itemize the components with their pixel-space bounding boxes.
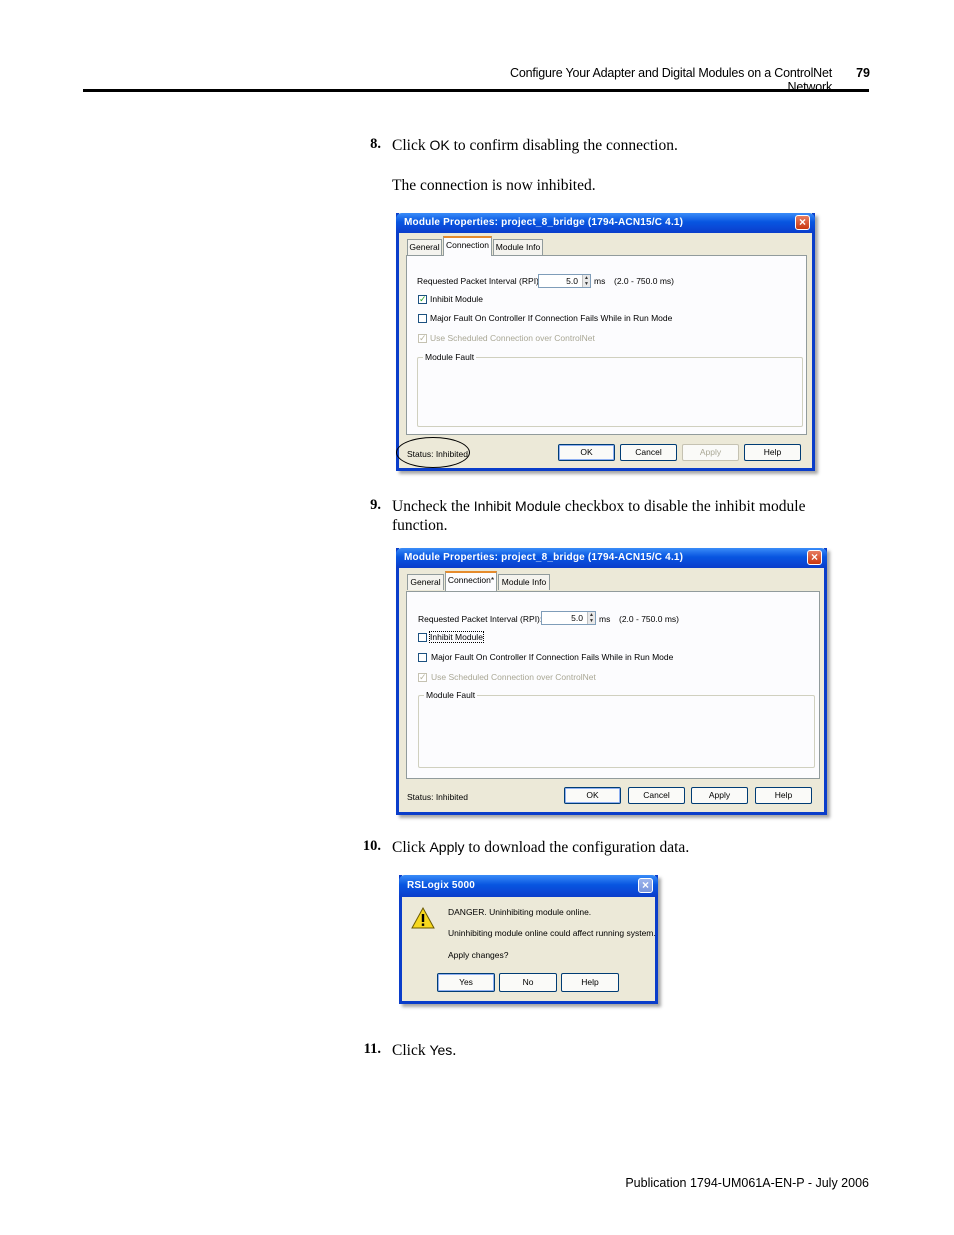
- step-9-text-cont: function.: [392, 517, 448, 534]
- tab-general[interactable]: General: [407, 239, 442, 255]
- major-fault-label: Major Fault On Controller If Connection …: [431, 652, 674, 662]
- message-line-3: Apply changes?: [448, 950, 509, 960]
- tab-module-info[interactable]: Module Info: [493, 239, 543, 255]
- rpi-label: Requested Packet Interval (RPI):: [417, 276, 542, 286]
- close-icon[interactable]: ×: [807, 550, 822, 565]
- help-button[interactable]: Help: [755, 787, 812, 804]
- rpi-input[interactable]: 5.0 ▲ ▼: [541, 611, 596, 625]
- scheduled-connection-label: Use Scheduled Connection over ControlNet: [430, 333, 595, 343]
- status-highlight-ellipse: [396, 437, 470, 468]
- title-bar: RSLogix 5000 ×: [399, 875, 658, 897]
- apply-button[interactable]: Apply: [691, 787, 748, 804]
- tab-general[interactable]: General: [407, 574, 444, 590]
- step-11-text: Click Yes.: [392, 1042, 457, 1059]
- yes-button[interactable]: Yes: [437, 973, 495, 992]
- module-properties-dialog-inhibited: Module Properties: project_8_bridge (179…: [396, 213, 815, 471]
- module-fault-group: Module Fault: [417, 352, 803, 427]
- inhibit-module-label: Inhibit Module: [430, 294, 483, 304]
- module-properties-dialog-unchecked: Module Properties: project_8_bridge (179…: [396, 548, 827, 815]
- connection-panel: Requested Packet Interval (RPI): 5.0 ▲ ▼ …: [406, 591, 820, 779]
- publication-footer: Publication 1794-UM061A-EN-P - July 2006: [625, 1176, 869, 1190]
- close-icon[interactable]: ×: [795, 215, 810, 230]
- step-number: 8.: [370, 136, 381, 152]
- ok-button[interactable]: OK: [558, 444, 615, 461]
- step-8-text: Click OK to confirm disabling the connec…: [392, 137, 678, 154]
- step-number: 11.: [363, 1041, 381, 1057]
- help-button[interactable]: Help: [744, 444, 801, 461]
- apply-keyword: Apply: [429, 839, 465, 855]
- rpi-spinner[interactable]: ▲ ▼: [587, 612, 595, 624]
- page-number: 79: [856, 66, 870, 80]
- inhibit-module-checkbox[interactable]: ✓: [418, 295, 427, 304]
- module-fault-label: Module Fault: [423, 352, 477, 362]
- help-button[interactable]: Help: [561, 973, 619, 992]
- step-number: 10.: [362, 838, 381, 854]
- rpi-input[interactable]: 5.0 ▲ ▼: [538, 274, 591, 288]
- inhibit-module-label: Inhibit Module: [429, 631, 484, 643]
- header-rule: [83, 89, 869, 92]
- inhibit-module-checkbox[interactable]: [418, 633, 427, 642]
- step-9-text: Uncheck the Inhibit Module checkbox to d…: [392, 498, 806, 515]
- scheduled-connection-checkbox: ✓: [418, 333, 427, 343]
- status-text: Status: Inhibited: [407, 792, 468, 802]
- tab-module-info[interactable]: Module Info: [498, 574, 550, 590]
- title-bar: Module Properties: project_8_bridge (179…: [396, 548, 827, 568]
- title-bar: Module Properties: project_8_bridge (179…: [396, 213, 815, 233]
- ok-button[interactable]: OK: [564, 787, 621, 804]
- dialog-title: Module Properties: project_8_bridge (179…: [404, 217, 684, 228]
- no-button[interactable]: No: [499, 973, 557, 992]
- module-fault-group: Module Fault: [418, 690, 815, 768]
- rpi-range: (2.0 - 750.0 ms): [619, 614, 679, 624]
- module-fault-label: Module Fault: [424, 690, 478, 700]
- dialog-title: RSLogix 5000: [407, 880, 475, 891]
- message-line-2: Uninhibiting module online could affect …: [448, 928, 656, 938]
- warning-icon: [411, 906, 435, 929]
- cancel-button[interactable]: Cancel: [620, 444, 677, 461]
- inhibit-module-keyword: Inhibit Module: [473, 498, 561, 514]
- yes-keyword: Yes: [429, 1042, 453, 1058]
- message-line-1: DANGER. Uninhibiting module online.: [448, 907, 592, 917]
- rslogix-confirm-dialog: RSLogix 5000 × DANGER. Uninhibiting modu…: [399, 875, 658, 1004]
- close-icon: ×: [638, 878, 653, 893]
- apply-button[interactable]: Apply: [682, 444, 739, 461]
- cancel-button[interactable]: Cancel: [628, 787, 685, 804]
- dialog-title: Module Properties: project_8_bridge (179…: [404, 552, 684, 563]
- rpi-range: (2.0 - 750.0 ms): [614, 276, 674, 286]
- step-number: 9.: [370, 497, 381, 513]
- tab-connection[interactable]: Connection: [443, 236, 492, 256]
- step-10-text: Click Apply to download the configuratio…: [392, 839, 690, 856]
- tab-connection[interactable]: Connection*: [445, 571, 497, 591]
- rpi-unit: ms: [599, 614, 611, 624]
- scheduled-connection-label: Use Scheduled Connection over ControlNet: [431, 672, 596, 682]
- major-fault-checkbox[interactable]: [418, 314, 427, 323]
- rpi-unit: ms: [594, 276, 606, 286]
- ok-keyword: OK: [429, 137, 450, 153]
- major-fault-checkbox[interactable]: [418, 653, 427, 662]
- step-8-note: The connection is now inhibited.: [392, 177, 596, 194]
- connection-panel: Requested Packet Interval (RPI): 5.0 ▲ ▼ …: [406, 255, 807, 435]
- major-fault-label: Major Fault On Controller If Connection …: [430, 313, 673, 323]
- rpi-label: Requested Packet Interval (RPI):: [418, 614, 543, 624]
- rpi-spinner[interactable]: ▲ ▼: [582, 275, 590, 287]
- scheduled-connection-checkbox: ✓: [418, 672, 427, 682]
